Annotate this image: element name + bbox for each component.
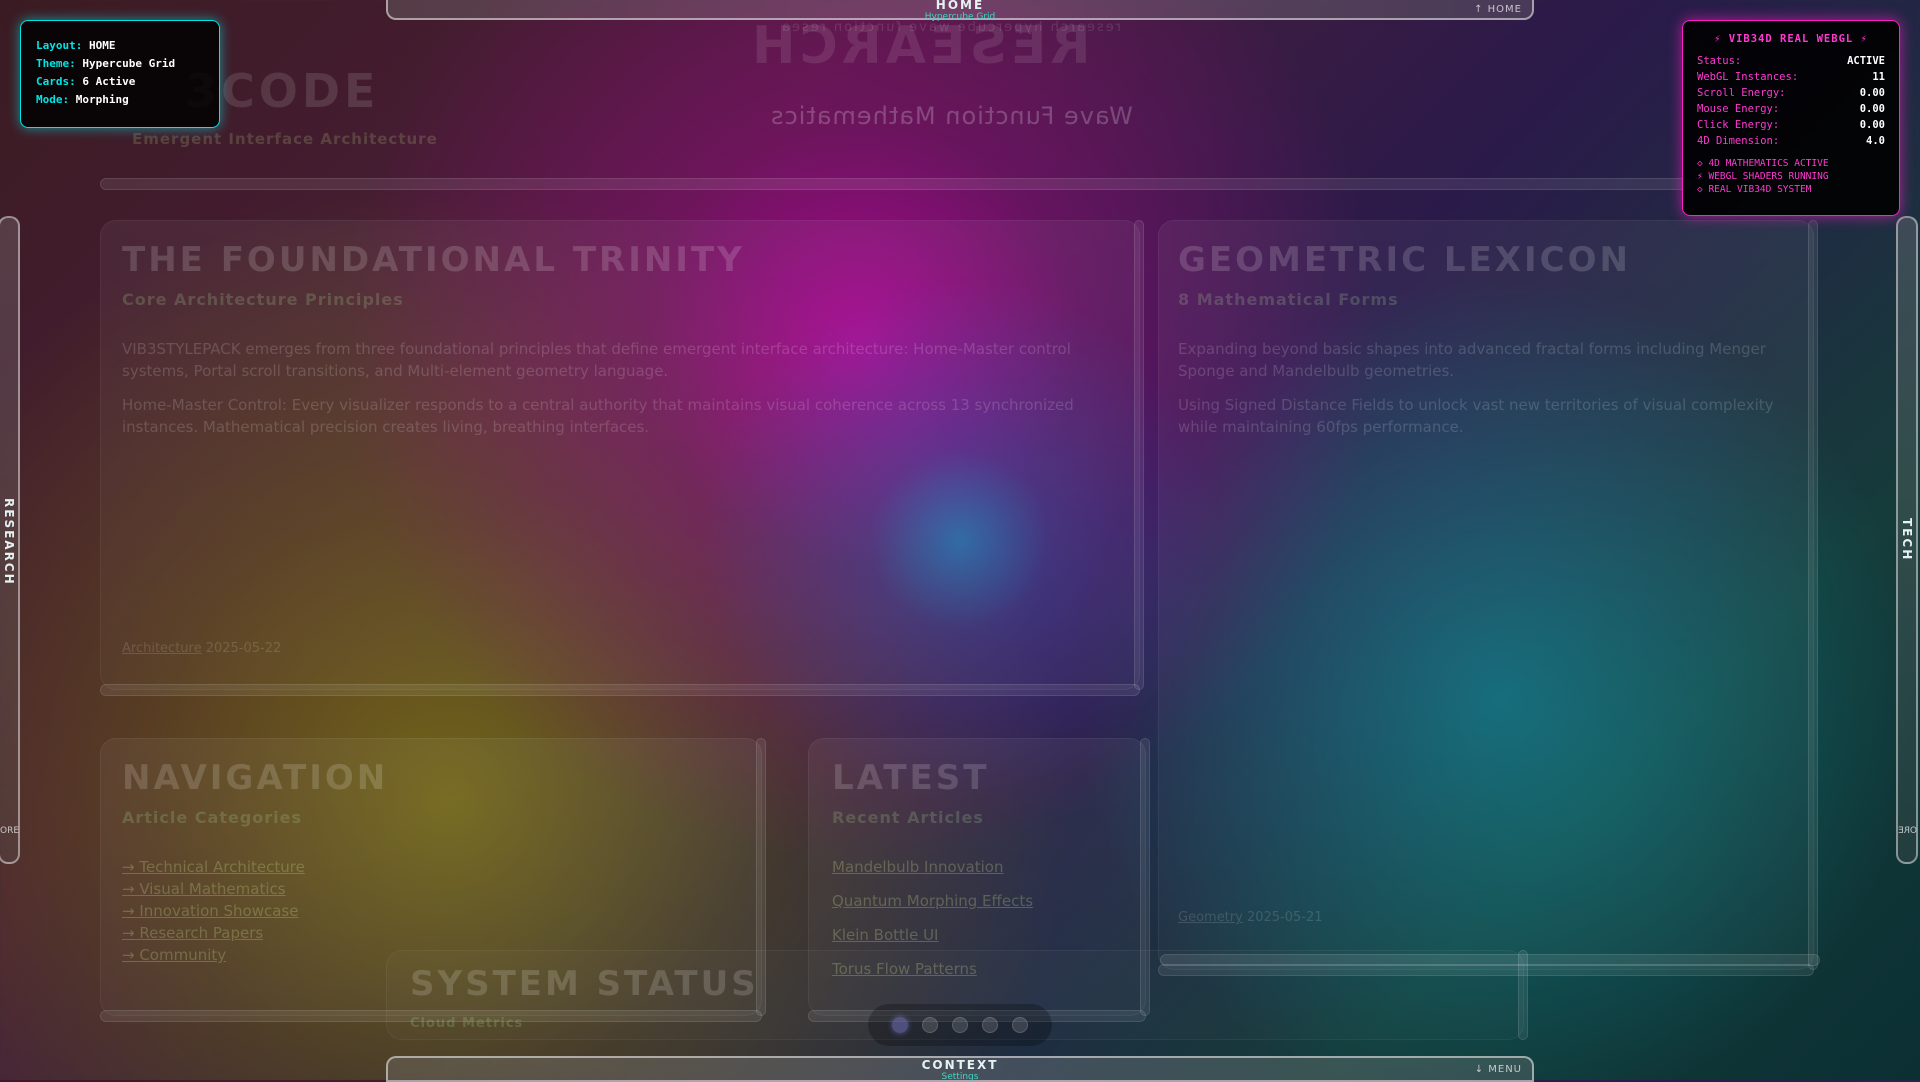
category-link[interactable]: → Community	[122, 946, 226, 964]
category-link[interactable]: → Research Papers	[122, 924, 263, 942]
stat-key: Scroll Energy:	[1697, 87, 1786, 99]
bottom-navigation-bar[interactable]: CONTEXT Settings ↓ MENU	[386, 1056, 1534, 1082]
category-link[interactable]: → Visual Mathematics	[122, 880, 286, 898]
stat-value: 0.00	[1859, 87, 1885, 99]
stat-row: Status: ACTIVE	[1697, 53, 1885, 69]
home-button[interactable]: ↑ HOME	[1474, 4, 1522, 15]
stat-key: Status:	[1697, 55, 1742, 67]
left-side-navigation[interactable]: RESEARCH ORE	[0, 216, 20, 864]
right-side-label: TECH	[1900, 518, 1914, 562]
stat-row: Click Energy: 0.00	[1697, 117, 1885, 133]
card-body: Expanding beyond basic shapes into advan…	[1178, 338, 1788, 450]
stat-value: 11	[1872, 71, 1885, 83]
page-dot[interactable]	[1012, 1017, 1028, 1033]
info-key: Theme:	[36, 57, 76, 70]
card-subtitle: Recent Articles	[832, 808, 984, 827]
right-side-small-label: ORE	[1898, 826, 1918, 836]
info-value: Hypercube Grid	[82, 57, 176, 70]
stat-value: 0.00	[1859, 103, 1885, 115]
bottom-bar-title: CONTEXT	[921, 1058, 999, 1072]
card-geometric-lexicon[interactable]	[1158, 220, 1818, 976]
card-scrollbar-horizontal[interactable]	[100, 684, 1140, 696]
lower-rail	[1160, 954, 1820, 966]
info-key: Mode:	[36, 93, 70, 106]
category-link[interactable]: Architecture	[122, 641, 202, 656]
top-bar-subtitle: Hypercube Grid	[924, 12, 996, 22]
info-value: 6 Active	[82, 75, 136, 88]
menu-button[interactable]: ↓ MENU	[1475, 1064, 1522, 1075]
mirrored-subtitle: Wave Function Mathematics	[770, 102, 1133, 130]
card-title: THE FOUNDATIONAL TRINITY	[122, 240, 745, 280]
article-link[interactable]: Mandelbulb Innovation	[832, 858, 1003, 876]
card-scrollbar-vertical[interactable]	[1134, 220, 1144, 690]
page-dot[interactable]	[892, 1017, 908, 1033]
card-subtitle: Cloud Metrics	[410, 1016, 524, 1031]
status-flag: ⚡ WEBGL SHADERS RUNNING	[1697, 171, 1829, 182]
card-title: SYSTEM STATUS	[410, 964, 759, 1004]
page-dot[interactable]	[982, 1017, 998, 1033]
status-flag: ◇ REAL VIB34D SYSTEM	[1697, 184, 1812, 195]
stat-row: Mouse Energy: 0.00	[1697, 101, 1885, 117]
article-link[interactable]: Quantum Morphing Effects	[832, 892, 1033, 910]
top-bar-title: HOME	[935, 0, 985, 12]
card-scrollbar-vertical[interactable]	[1808, 220, 1818, 970]
layout-info-panel: Layout: HOME Theme: Hypercube Grid Cards…	[20, 20, 220, 128]
card-subtitle: Article Categories	[122, 808, 303, 827]
paragraph: Using Signed Distance Fields to unlock v…	[1178, 396, 1774, 436]
card-subtitle: Core Architecture Principles	[122, 290, 404, 309]
card-meta: Architecture 2025-05-22	[122, 641, 281, 656]
paragraph: Expanding beyond basic shapes into advan…	[1178, 340, 1766, 380]
top-rail	[100, 178, 1690, 190]
stat-key: 4D Dimension:	[1697, 135, 1780, 147]
page-indicator	[868, 1004, 1052, 1046]
bottom-bar-subtitle: Settings	[941, 1072, 979, 1082]
top-navigation-bar[interactable]: HOME Hypercube Grid ↑ HOME	[386, 0, 1534, 22]
tagline-ghost-text: Emergent Interface Architecture	[132, 130, 438, 148]
info-key: Layout:	[36, 39, 83, 52]
card-title: GEOMETRIC LEXICON	[1178, 240, 1631, 280]
date-text: 2025-05-21	[1246, 910, 1323, 925]
left-side-label: RESEARCH	[2, 498, 16, 586]
left-side-small-label: ORE	[0, 826, 20, 836]
webgl-status-panel: ⚡ VIB34D REAL WEBGL ⚡ Status: ACTIVE WebG…	[1682, 20, 1900, 216]
paragraph: Home-Master Control: Every visualizer re…	[122, 396, 1074, 436]
date-text: 2025-05-22	[205, 641, 282, 656]
category-link[interactable]: → Innovation Showcase	[122, 902, 298, 920]
stat-value: 0.00	[1859, 119, 1885, 131]
status-flag: ◇ 4D MATHEMATICS ACTIVE	[1697, 158, 1829, 169]
card-body: VIB3STYLEPACK emerges from three foundat…	[122, 338, 1082, 450]
stat-row: 4D Dimension: 4.0	[1697, 133, 1885, 149]
info-key: Cards:	[36, 75, 76, 88]
stat-key: WebGL Instances:	[1697, 71, 1799, 83]
stat-row: WebGL Instances: 11	[1697, 69, 1885, 85]
page-dot[interactable]	[922, 1017, 938, 1033]
category-link[interactable]: → Technical Architecture	[122, 858, 305, 876]
card-title: LATEST	[832, 758, 990, 798]
right-side-navigation[interactable]: TECH ORE	[1896, 216, 1918, 864]
stat-key: Click Energy:	[1697, 119, 1780, 131]
article-link[interactable]: Klein Bottle UI	[832, 926, 938, 944]
paragraph: VIB3STYLEPACK emerges from three foundat…	[122, 340, 1071, 380]
card-subtitle: 8 Mathematical Forms	[1178, 290, 1399, 309]
category-link[interactable]: Geometry	[1178, 910, 1243, 925]
stat-key: Mouse Energy:	[1697, 103, 1780, 115]
info-value: HOME	[88, 39, 116, 52]
card-title: NAVIGATION	[122, 758, 389, 798]
stat-value: 4.0	[1866, 135, 1885, 147]
stat-row: Scroll Energy: 0.00	[1697, 85, 1885, 101]
category-list: → Technical Architecture → Visual Mathem…	[122, 856, 305, 966]
stat-value: ACTIVE	[1847, 55, 1885, 67]
webgl-panel-title: ⚡ VIB34D REAL WEBGL ⚡	[1714, 33, 1868, 45]
card-meta: Geometry 2025-05-21	[1178, 910, 1323, 925]
top-ghost-strip: research hypercube wave function resea	[780, 20, 1121, 35]
status-flags: ◇ 4D MATHEMATICS ACTIVE ⚡ WEBGL SHADERS …	[1697, 157, 1885, 196]
info-value: Morphing	[75, 93, 129, 106]
page-dot[interactable]	[952, 1017, 968, 1033]
